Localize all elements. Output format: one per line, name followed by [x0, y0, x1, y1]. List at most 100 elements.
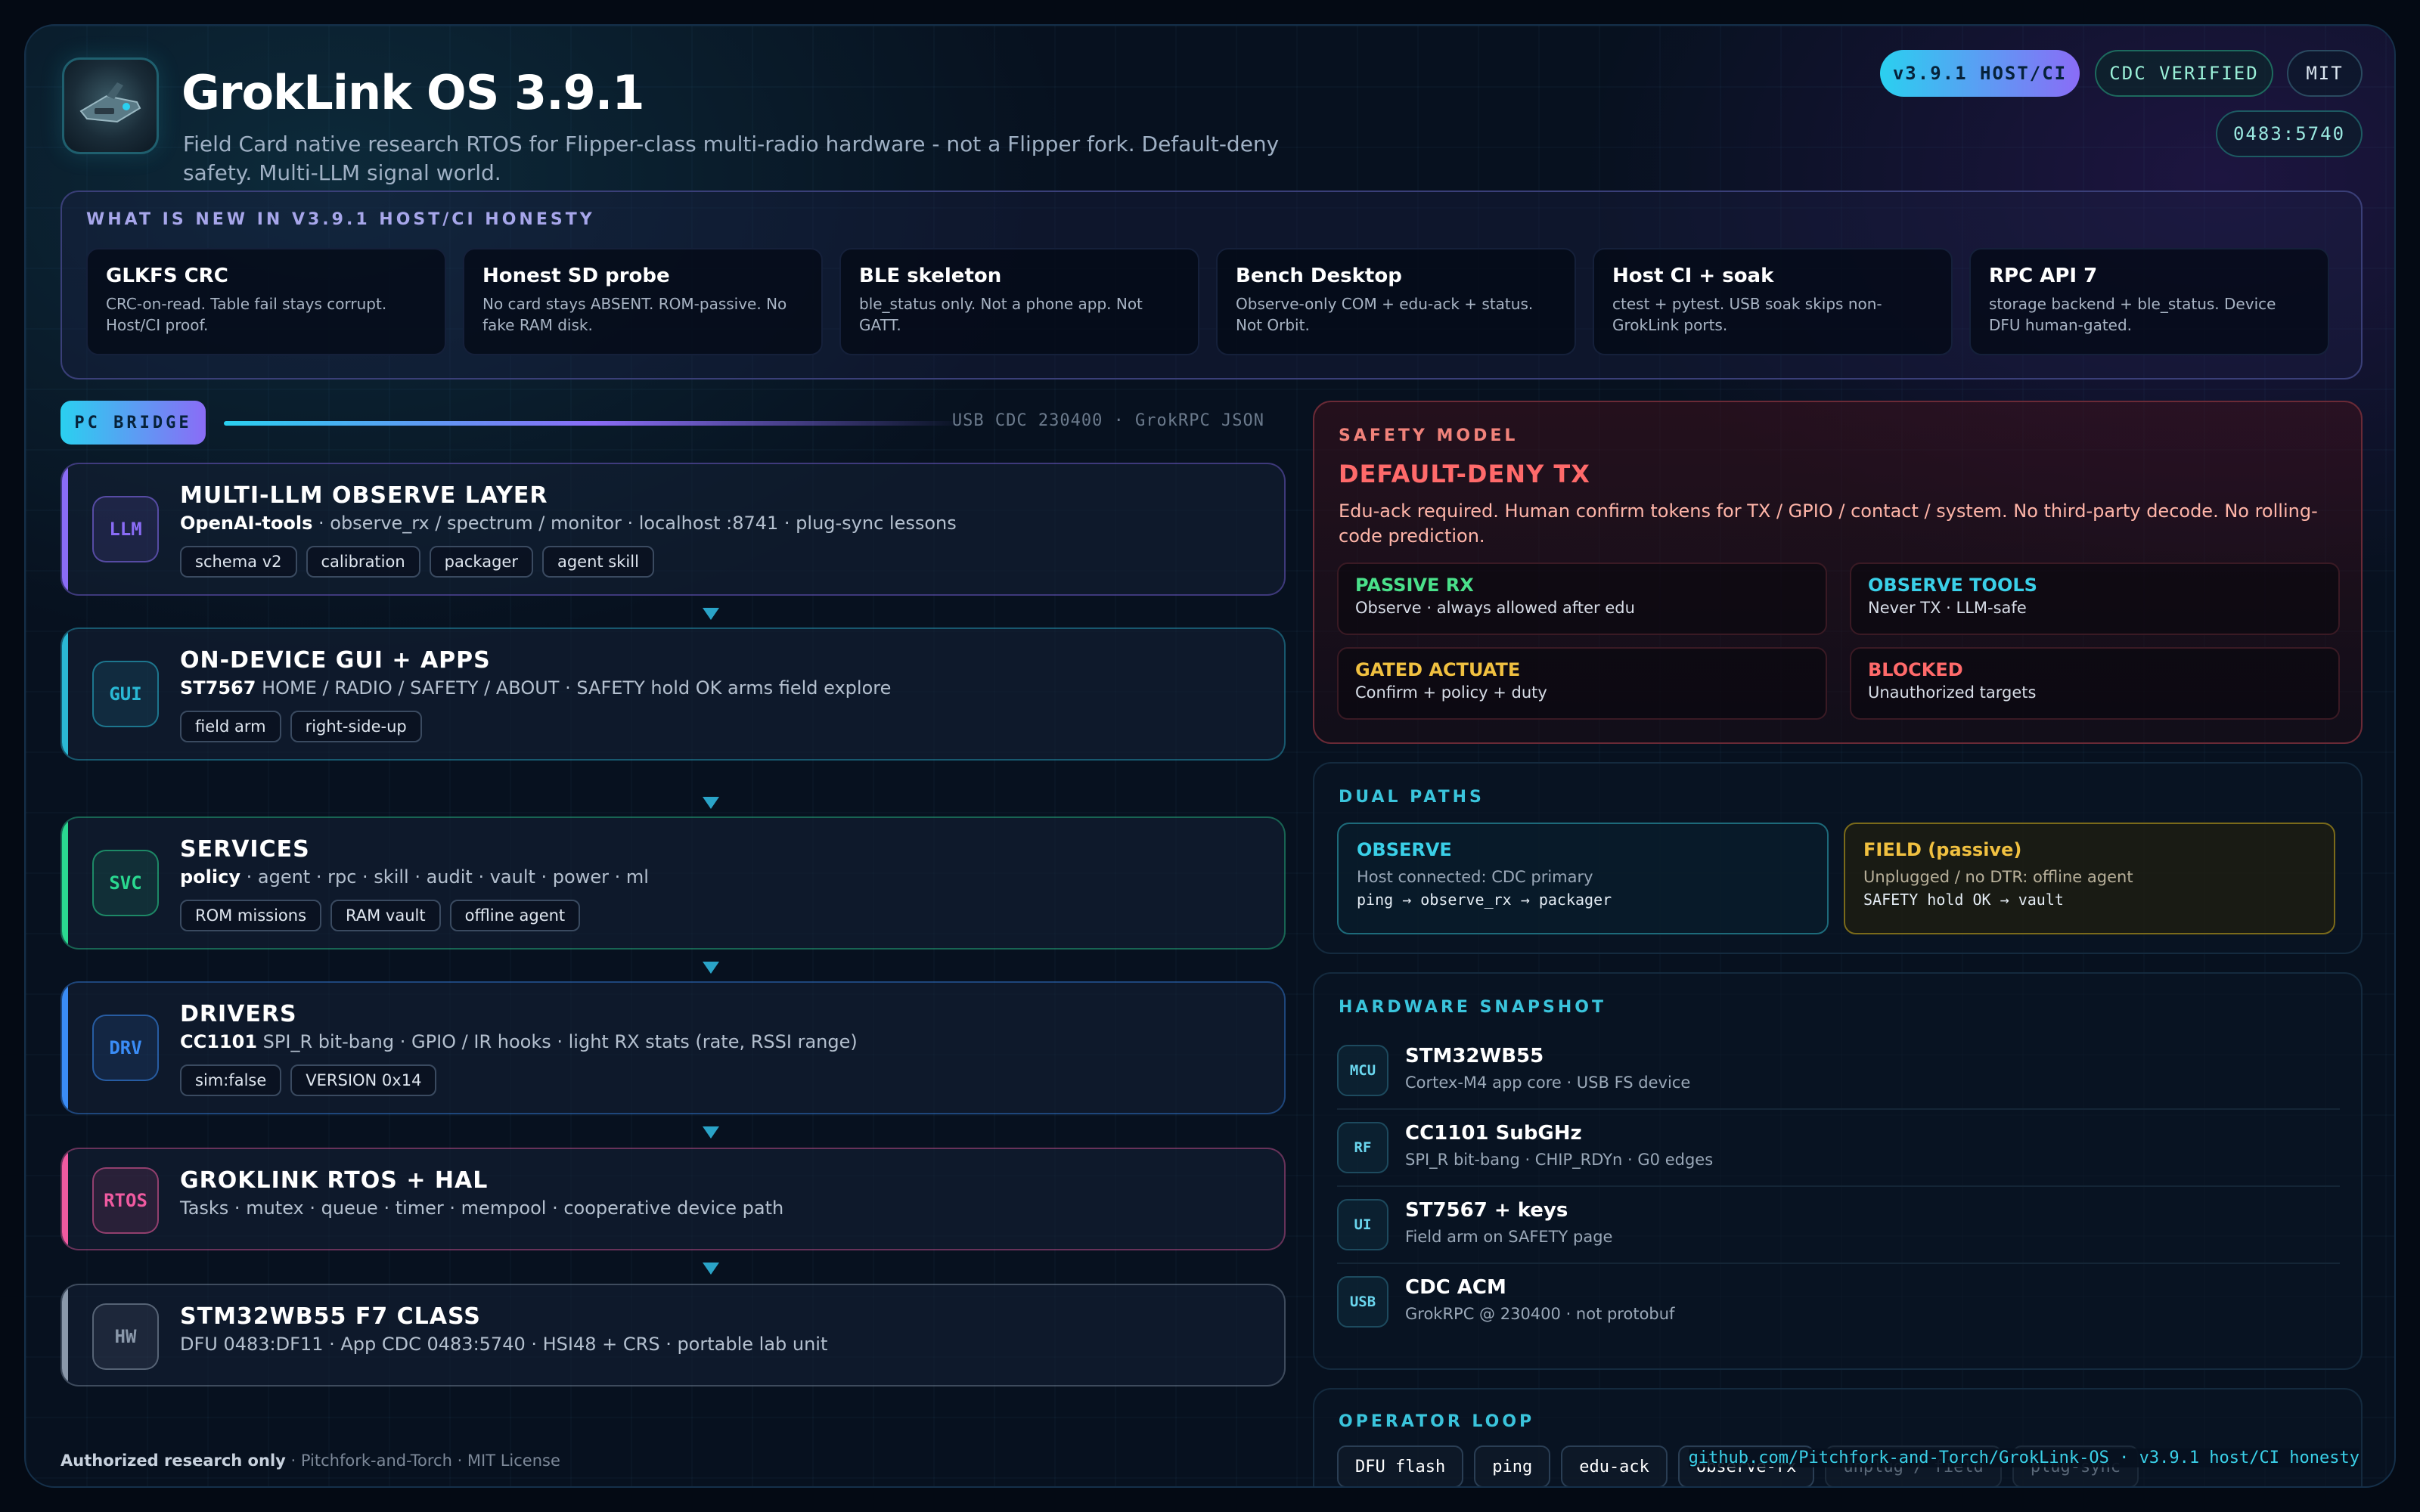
hardware-row-title: ST7567 + keys: [1405, 1199, 1568, 1222]
news-card-text: CRC-on-read. Table fail stays corrupt. H…: [106, 295, 387, 334]
news-card-title: BLE skeleton: [859, 265, 1002, 287]
safety-cell-text: Unauthorized targets: [1868, 683, 2037, 702]
observe-path-text: Host connected: CDC primary: [1357, 868, 1593, 886]
news-card-title: Bench Desktop: [1236, 265, 1402, 287]
hardware-row-title: STM32WB55: [1405, 1045, 1544, 1067]
down-arrow-icon: [703, 797, 719, 809]
layer-card-llm[interactable]: LLM MULTI-LLM OBSERVE LAYER OpenAI-tools…: [60, 463, 1286, 596]
layer-card-hardware[interactable]: HW STM32WB55 F7 CLASS DFU 0483:DF11 · Ap…: [60, 1284, 1286, 1387]
layer-tag[interactable]: schema v2: [180, 546, 297, 578]
layer-description-text: · agent · rpc · skill · audit · vault · …: [240, 866, 649, 888]
layer-tag[interactable]: ROM missions: [180, 900, 322, 931]
news-card: BLE skeleton ble_status only. Not a phone…: [839, 248, 1199, 355]
usb-id-badge: 0483:5740: [2216, 110, 2363, 157]
news-card-text: ctest + pytest. USB soak skips non-GrokL…: [1612, 295, 1882, 334]
layer-card-rtos[interactable]: RTOS GROKLINK RTOS + HAL Tasks · mutex ·…: [60, 1148, 1286, 1250]
layer-description: Tasks · mutex · queue · timer · mempool …: [180, 1198, 784, 1219]
layer-card-drivers[interactable]: DRV DRIVERS CC1101 SPI_R bit-bang · GPIO…: [60, 981, 1286, 1114]
field-path-title: FIELD (passive): [1863, 839, 2022, 860]
operator-loop-panel: OPERATOR LOOP DFU flash ping edu-ack obs…: [1313, 1388, 2363, 1486]
down-arrow-icon: [703, 1263, 719, 1275]
layer-description-key: CC1101: [180, 1031, 258, 1052]
layer-tags: ROM missions RAM vault offline agent: [180, 900, 581, 931]
hardware-row: MCU STM32WB55 Cortex-M4 app core · USB FS …: [1337, 1034, 2340, 1110]
layer-tag[interactable]: sim:false: [180, 1064, 282, 1096]
app-subtitle: Field Card native research RTOS for Flip…: [183, 132, 1280, 185]
layer-tag[interactable]: right-side-up: [290, 711, 422, 742]
dual-paths-label: DUAL PATHS: [1339, 788, 1485, 807]
operator-loop-label: OPERATOR LOOP: [1339, 1412, 1535, 1431]
layer-accent-bar: [62, 464, 68, 594]
layer-title: SERVICES: [180, 836, 310, 863]
layer-tag[interactable]: RAM vault: [330, 900, 441, 931]
news-card: RPC API 7 storage backend + ble_status. D…: [1969, 248, 2329, 355]
safety-cell: BLOCKED Unauthorized targets: [1850, 647, 2340, 720]
hardware-row-title: CC1101 SubGHz: [1405, 1122, 1582, 1145]
layer-description-key: OpenAI-tools: [180, 513, 313, 534]
layer-tag[interactable]: field arm: [180, 711, 281, 742]
field-path-text: Unplugged / no DTR: offline agent: [1863, 868, 2133, 886]
safety-cell-text: Never TX · LLM-safe: [1868, 599, 2027, 617]
layer-description-text: SPI_R bit-bang · GPIO / IR hooks · light…: [257, 1031, 858, 1052]
pc-bridge-tab[interactable]: PC BRIDGE: [60, 401, 206, 445]
layer-tags: field arm right-side-up: [180, 711, 422, 742]
safety-cell-title: PASSIVE RX: [1355, 575, 1474, 596]
layer-card-gui[interactable]: GUI ON-DEVICE GUI + APPS ST7567 HOME / R…: [60, 627, 1286, 761]
layer-tags: sim:false VERSION 0x14: [180, 1064, 437, 1096]
layer-description: CC1101 SPI_R bit-bang · GPIO / IR hooks …: [180, 1031, 858, 1052]
safety-cell-title: GATED ACTUATE: [1355, 659, 1521, 680]
safety-body: Edu-ack required. Human confirm tokens f…: [1339, 500, 2318, 547]
layer-accent-bar: [62, 818, 68, 948]
layer-title: ON-DEVICE GUI + APPS: [180, 647, 491, 674]
news-card-text: No card stays ABSENT. ROM-passive. No fa…: [482, 295, 787, 334]
layer-card-services[interactable]: SVC SERVICES policy · agent · rpc · skil…: [60, 816, 1286, 950]
observe-path-title: OBSERVE: [1357, 839, 1452, 860]
news-card-title: RPC API 7: [1989, 265, 2098, 287]
usb-icon: USB: [1337, 1276, 1388, 1328]
main-frame: GrokLink OS 3.9.1 Field Card native rese…: [24, 24, 2396, 1488]
layer-description: ST7567 HOME / RADIO / SAFETY / ABOUT · S…: [180, 677, 891, 699]
repo-link[interactable]: github.com/Pitchfork-and-Torch/GrokLink-…: [1688, 1448, 2360, 1467]
layer-chip-icon: SVC: [92, 850, 159, 916]
safety-cell: GATED ACTUATE Confirm + policy + duty: [1337, 647, 1827, 720]
mcu-icon: MCU: [1337, 1045, 1388, 1096]
loop-step[interactable]: edu-ack: [1561, 1445, 1668, 1486]
loop-step[interactable]: ping: [1474, 1445, 1551, 1486]
safety-cell: OBSERVE TOOLS Never TX · LLM-safe: [1850, 562, 2340, 635]
layer-chip-icon: LLM: [92, 496, 159, 562]
layer-title: MULTI-LLM OBSERVE LAYER: [180, 482, 548, 509]
hardware-row-text: SPI_R bit-bang · CHIP_RDYn · G0 edges: [1405, 1151, 1714, 1169]
field-path-code: SAFETY hold OK → vault: [1863, 891, 2064, 909]
app-logo: [62, 57, 159, 154]
hardware-row-text: Cortex-M4 app core · USB FS device: [1405, 1074, 1691, 1092]
down-arrow-icon: [703, 608, 719, 620]
down-arrow-icon: [703, 962, 719, 974]
news-card-text: storage backend + ble_status. Device DFU…: [1989, 295, 2276, 334]
hardware-row-title: CDC ACM: [1405, 1276, 1506, 1299]
field-path-card: FIELD (passive) Unplugged / no DTR: offl…: [1844, 823, 2335, 934]
safety-cell-text: Confirm + policy + duty: [1355, 683, 1547, 702]
layer-tag[interactable]: packager: [429, 546, 533, 578]
layer-title: GROKLINK RTOS + HAL: [180, 1167, 489, 1194]
news-card-text: ble_status only. Not a phone app. Not GA…: [859, 295, 1143, 334]
footer-left: Authorized research only · Pitchfork-and…: [60, 1452, 560, 1470]
hardware-snapshot-panel: HARDWARE SNAPSHOT MCU STM32WB55 Cortex-M4 …: [1313, 972, 2363, 1370]
layer-tag[interactable]: offline agent: [449, 900, 581, 931]
pc-bridge-info: USB CDC 230400 · GrokRPC JSON: [951, 411, 1264, 430]
layer-title: STM32WB55 F7 CLASS: [180, 1303, 481, 1330]
layer-tag[interactable]: calibration: [306, 546, 420, 578]
down-arrow-icon: [703, 1126, 719, 1139]
ui-icon: UI: [1337, 1199, 1388, 1250]
rf-icon: RF: [1337, 1122, 1388, 1173]
layer-description-key: ST7567: [180, 677, 256, 699]
layer-chip-icon: DRV: [92, 1015, 159, 1081]
layer-tag[interactable]: VERSION 0x14: [290, 1064, 437, 1096]
pc-bridge-divider: [224, 421, 965, 426]
news-card-title: GLKFS CRC: [106, 265, 228, 287]
layer-accent-bar: [62, 983, 68, 1113]
whats-new-label: WHAT IS NEW IN V3.9.1 HOST/CI HONESTY: [86, 210, 595, 229]
loop-step[interactable]: DFU flash: [1337, 1445, 1464, 1486]
news-card: GLKFS CRC CRC-on-read. Table fail stays c…: [86, 248, 446, 355]
layer-tag[interactable]: agent skill: [541, 546, 654, 578]
cdc-badge: CDC VERIFIED: [2095, 50, 2273, 97]
